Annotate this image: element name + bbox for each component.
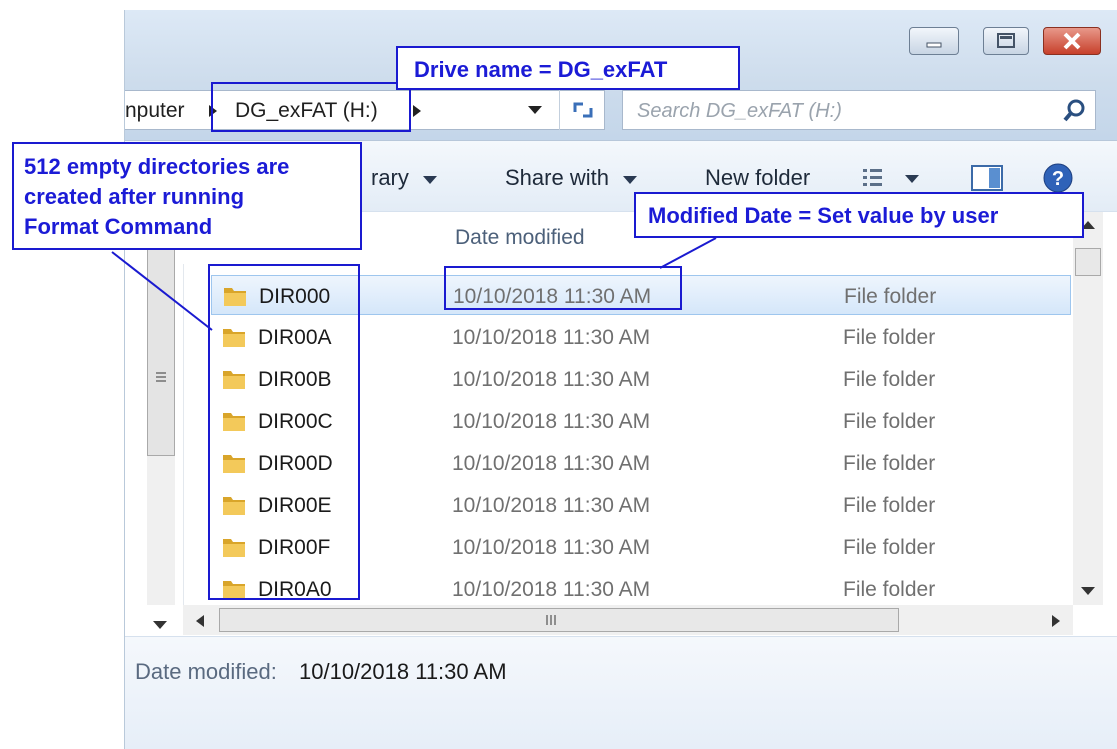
- directories-highlight: [208, 264, 360, 600]
- callout-line-2: created after running: [24, 184, 245, 209]
- drive-name-callout-text: Drive name = DG_exFAT: [414, 57, 668, 82]
- annotation-leaders: [111, 237, 717, 331]
- callout-line-1: 512 empty directories are: [24, 154, 290, 179]
- leader-line: [659, 237, 717, 269]
- drive-name-highlight: [211, 82, 411, 132]
- modified-date-callout: Modified Date = Set value by user: [634, 192, 1084, 238]
- modified-date-highlight: [444, 266, 682, 310]
- empty-directories-callout: 512 empty directories are created after …: [12, 142, 362, 250]
- callout-line-3: Format Command: [24, 214, 213, 239]
- modified-date-callout-text: Modified Date = Set value by user: [648, 203, 999, 228]
- drive-name-callout: Drive name = DG_exFAT: [396, 46, 740, 90]
- leader-line: [111, 251, 213, 331]
